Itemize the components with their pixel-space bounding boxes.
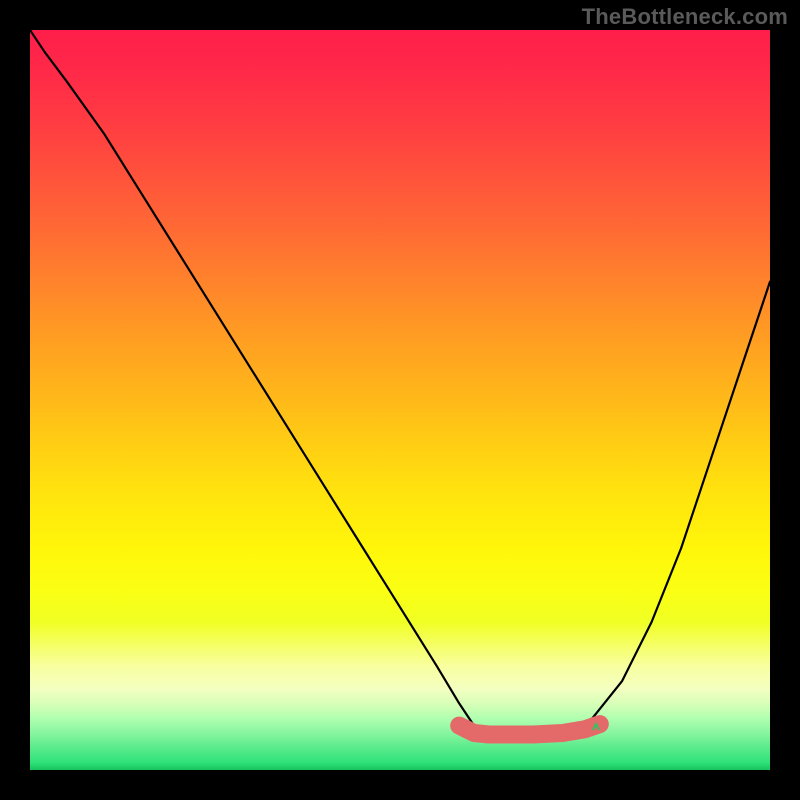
watermark-text: TheBottleneck.com	[582, 4, 788, 30]
curve-svg	[30, 30, 770, 770]
bottleneck-curve	[30, 30, 770, 733]
bottom-marker	[459, 724, 600, 734]
chart-frame: TheBottleneck.com	[0, 0, 800, 800]
plot-area	[30, 30, 770, 770]
